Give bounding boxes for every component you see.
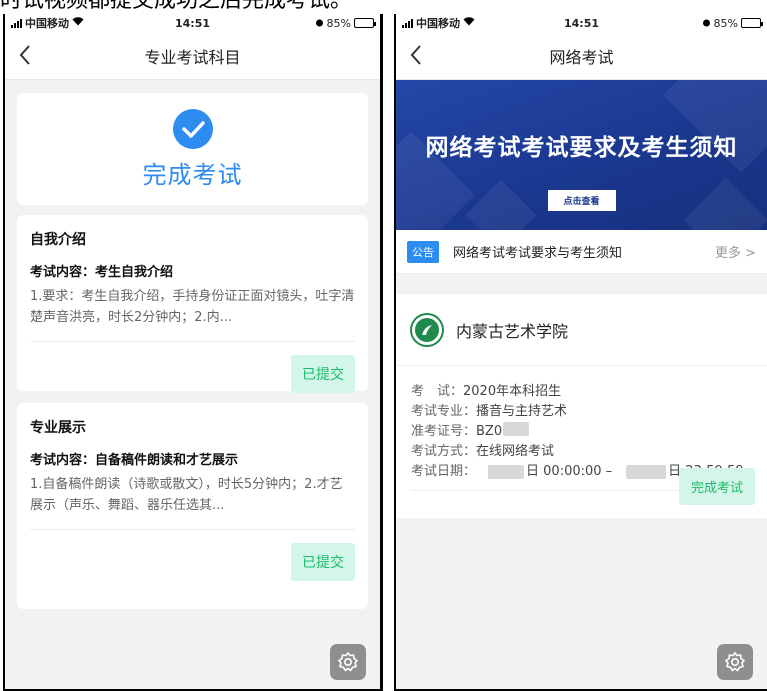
battery-area: 85% [702, 16, 763, 30]
carrier-name: 中国移动 [416, 17, 460, 30]
task-title: 自我介绍 [30, 232, 86, 248]
info-value: BZ0 [476, 424, 503, 439]
banner-decoration [465, 179, 537, 230]
status-bar: 中国移动 14:51 85% [396, 14, 767, 32]
info-label: 考试专业： [411, 404, 477, 419]
divider [30, 341, 355, 342]
banner-decoration [683, 177, 767, 230]
notice-bar[interactable]: 公告 网络考试考试要求与考生须知 更多 > [396, 230, 767, 274]
battery-icon [354, 18, 376, 28]
task-content: 考试内容：自备稿件朗读和才艺展示 [30, 453, 239, 468]
task-content: 考试内容：考生自我介绍 [30, 265, 174, 280]
signal-icon [11, 18, 22, 28]
carrier-name: 中国移动 [25, 17, 69, 30]
task-title: 专业展示 [30, 420, 86, 436]
school-header: 内蒙古艺术学院 [396, 294, 767, 366]
submitted-button[interactable]: 已提交 [291, 355, 355, 393]
page-title: 专业考试科目 [144, 47, 241, 67]
chevron-left-icon[interactable] [410, 44, 422, 69]
info-label: 考 试： [411, 384, 464, 399]
info-label: 考试日期： [411, 464, 477, 479]
signal-icon [402, 18, 413, 28]
notice-text[interactable]: 网络考试考试要求与考生须知 [453, 242, 622, 261]
carrier: 中国移动 [402, 15, 475, 31]
divider [30, 529, 355, 530]
battery-percent: 85% [326, 16, 351, 30]
exam-banner[interactable]: 网络考试考试要求及考生须知 点击查看 [396, 80, 767, 230]
chevron-left-icon[interactable] [19, 44, 31, 69]
phone-right-online-exam: 中国移动 14:51 85% 网络考试 网络考试考试要求及考生须知 点击查看 公… [394, 14, 767, 691]
exam-done-card: 完成考试 [17, 93, 368, 205]
redacted-block [626, 465, 667, 479]
banner-title: 网络考试考试要求及考生须知 [425, 135, 738, 161]
nav-bar: 网络考试 [396, 32, 767, 80]
info-row: 考 试： 2020年本科招生 [411, 382, 752, 402]
alarm-icon [315, 17, 324, 30]
more-link[interactable]: 更多 > [715, 242, 756, 261]
task-description: 1.自备稿件朗读（诗歌或散文），时长5分钟内；2.才艺展示（声乐、舞蹈、器乐任选… [30, 477, 343, 513]
info-row: 考试专业： 播音与主持艺术 [411, 402, 752, 422]
battery-percent: 85% [713, 16, 738, 30]
info-row: 准考证号： BZ0 [411, 422, 752, 442]
page-title: 网络考试 [549, 47, 614, 67]
wifi-icon [463, 17, 475, 29]
task-description: 1.要求：考生自我介绍，手持身份证正面对镜头，吐字清楚声音洪亮，时长2分钟内；2… [30, 289, 355, 325]
task-card[interactable]: 专业展示 考试内容：自备稿件朗读和才艺展示 1.自备稿件朗读（诗歌或散文），时长… [17, 403, 368, 609]
info-value: 在线网络考试 [476, 444, 555, 459]
info-row: 考试方式： 在线网络考试 [411, 442, 752, 462]
caption-text: 时试视频都提交成功之后完成考试。 [0, 0, 353, 13]
alarm-icon [702, 17, 711, 30]
submitted-button[interactable]: 已提交 [291, 543, 355, 581]
school-card: 内蒙古艺术学院 考 试： 2020年本科招生 考试专业： 播音与主持艺术 准考证… [396, 294, 767, 518]
info-value: 日 00:00:00 – [526, 464, 613, 479]
info-value: 播音与主持艺术 [476, 404, 568, 419]
caption-strip: 时试视频都提交成功之后完成考试。 [0, 0, 767, 14]
finish-exam-button[interactable]: 完成考试 [678, 468, 755, 505]
done-title: 完成考试 [142, 161, 243, 189]
phone-left-exam-subjects: 中国移动 14:51 85% 专业考试科目 完成考试 自我介绍 考试内容：考生自… [3, 14, 383, 691]
school-logo [412, 314, 442, 345]
gear-icon[interactable] [717, 644, 753, 680]
redacted-block [503, 422, 530, 436]
school-name: 内蒙古艺术学院 [456, 321, 569, 341]
battery-area: 85% [315, 16, 376, 30]
info-label: 准考证号： [411, 424, 477, 439]
gear-icon[interactable] [330, 644, 366, 680]
notice-tag: 公告 [407, 240, 439, 263]
battery-icon [741, 18, 763, 28]
redacted-block [488, 465, 525, 479]
phone-gap [383, 14, 394, 691]
check-circle-icon [172, 109, 213, 149]
carrier: 中国移动 [11, 15, 84, 31]
status-bar: 中国移动 14:51 85% [5, 14, 380, 32]
nav-bar: 专业考试科目 [5, 32, 380, 80]
info-label: 考试方式： [411, 444, 477, 459]
info-value: 2020年本科招生 [463, 384, 562, 399]
task-card[interactable]: 自我介绍 考试内容：考生自我介绍 1.要求：考生自我介绍，手持身份证正面对镜头，… [17, 215, 368, 393]
wifi-icon [72, 17, 84, 29]
view-button[interactable]: 点击查看 [547, 190, 616, 211]
